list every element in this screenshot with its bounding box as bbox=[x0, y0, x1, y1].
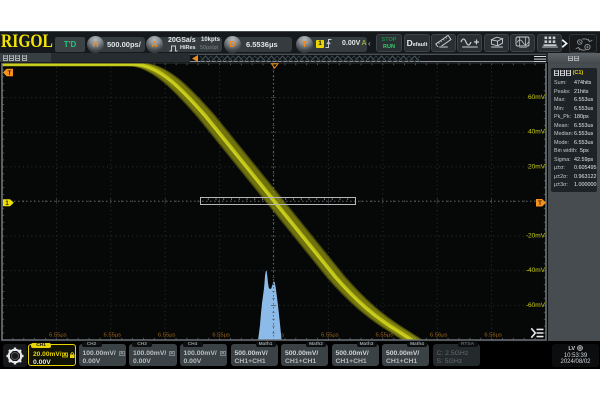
svg-text:20mV: 20mV bbox=[528, 163, 546, 170]
svg-text:6.55μs: 6.55μs bbox=[49, 333, 67, 339]
svg-text:T: T bbox=[8, 71, 12, 77]
svg-text:6.56μs: 6.56μs bbox=[430, 333, 448, 339]
svg-text:40mV: 40mV bbox=[528, 129, 546, 136]
svg-text:6.55μs: 6.55μs bbox=[104, 333, 122, 339]
svg-text:60mV: 60mV bbox=[528, 94, 546, 101]
svg-text:6.55μs: 6.55μs bbox=[212, 333, 230, 339]
svg-text:6.55μs: 6.55μs bbox=[376, 333, 394, 339]
svg-text:6.55μs: 6.55μs bbox=[321, 333, 339, 339]
svg-text:-40mV: -40mV bbox=[526, 267, 546, 274]
svg-text:6.56μs: 6.56μs bbox=[484, 333, 502, 339]
svg-text:-20mV: -20mV bbox=[526, 233, 546, 240]
svg-text:6.55μs: 6.55μs bbox=[158, 333, 176, 339]
svg-text:-60mV: -60mV bbox=[526, 302, 546, 309]
svg-text:T: T bbox=[538, 201, 542, 207]
